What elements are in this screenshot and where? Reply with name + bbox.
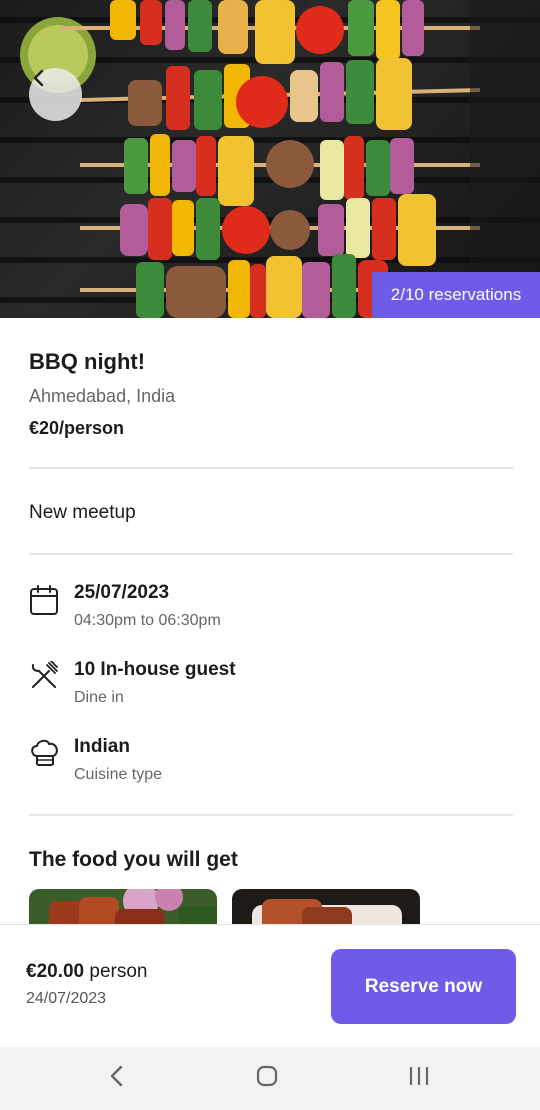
cuisine-row: Indian Cuisine type [29, 736, 489, 792]
booking-bar: €20.00 person 24/07/2023 Reserve now [0, 924, 540, 1047]
guest-count: 10 In-house guest [74, 659, 236, 680]
nav-home-icon [255, 1064, 279, 1093]
nav-recents-icon [407, 1064, 431, 1093]
food-heading: The food you will get [29, 848, 238, 871]
calendar-icon [29, 584, 59, 615]
event-price: €20/person [29, 418, 125, 438]
event-title: BBQ night! [29, 349, 146, 374]
meetup-type: New meetup [29, 502, 136, 523]
back-button[interactable] [29, 68, 82, 121]
date-row: 25/07/2023 04:30pm to 06:30pm [29, 582, 489, 638]
system-nav-bar [0, 1047, 540, 1110]
chef-hat-icon [29, 738, 59, 768]
event-time: 04:30pm to 06:30pm [74, 612, 221, 629]
skewers-illustration [0, 0, 540, 318]
guests-row: 10 In-house guest Dine in [29, 659, 489, 715]
cuisine: Indian [74, 736, 130, 757]
event-location: Ahmedabad, India [29, 386, 176, 406]
nav-back-button[interactable] [87, 1047, 147, 1110]
booking-date: 24/07/2023 [26, 990, 107, 1007]
divider [29, 553, 513, 555]
reserve-now-button[interactable]: Reserve now [331, 949, 516, 1024]
divider [29, 467, 513, 469]
booking-price-amount: €20.00 [26, 961, 85, 982]
booking-price: €20.00 person [26, 961, 148, 983]
event-date: 25/07/2023 [74, 582, 170, 603]
hero-image: 2/10 reservations [0, 0, 540, 318]
nav-back-icon [107, 1064, 127, 1093]
nav-recents-button[interactable] [389, 1047, 449, 1110]
divider [29, 814, 513, 816]
event-detail-screen: 2/10 reservations BBQ night! Ahmedabad, … [0, 0, 540, 1110]
booking-price-unit: person [89, 961, 148, 982]
nav-home-button[interactable] [237, 1047, 297, 1110]
cuisine-label: Cuisine type [74, 766, 163, 783]
fork-knife-icon [29, 660, 59, 691]
reservations-badge: 2/10 reservations [372, 272, 540, 318]
dining-type: Dine in [74, 689, 124, 706]
